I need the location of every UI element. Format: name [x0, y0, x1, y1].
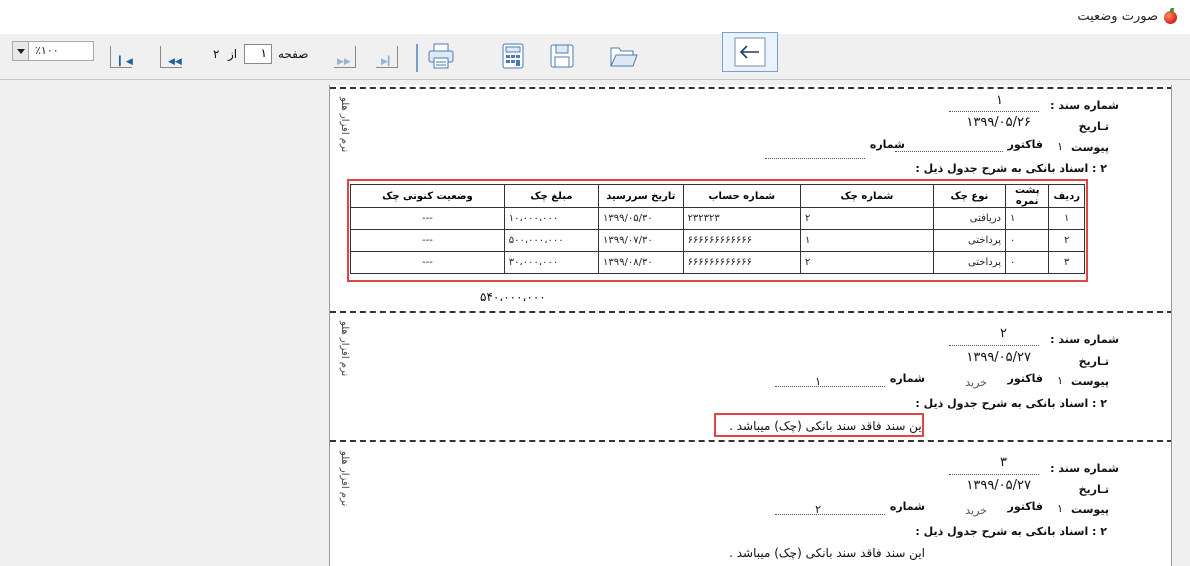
col-header-check-type: نوع چک — [932, 184, 1007, 208]
doc3-bank-docs-label: ۲ : اسناد بانکی به شرح جدول ذیل : — [915, 525, 1107, 538]
doc3-invoice-label: فاکتور — [1007, 500, 1043, 513]
toolbar-separator — [416, 44, 418, 72]
table-row: ۱ ۱ دریافتی ۲ ۲۳۲۳۲۳ ۱۳۹۹/۰۵/۳۰ ۱۰،۰۰۰،۰… — [350, 207, 1085, 230]
doc2-number-field-label: شماره — [889, 372, 925, 385]
save-button[interactable] — [548, 42, 580, 72]
doc2-attachment-index: ۱ — [1057, 374, 1063, 387]
report-workspace[interactable]: نرم افزار هلو شماره سند : ۱ تـاریخ ۱۳۹۹/… — [0, 81, 1190, 566]
col-header-status: وضعیت کنونی چک — [350, 184, 505, 208]
print-icon — [428, 43, 454, 69]
print-button[interactable] — [426, 42, 458, 72]
first-page-button[interactable]: ▶▎ — [372, 42, 404, 72]
zoom-dropdown-icon[interactable] — [13, 42, 29, 60]
save-icon — [550, 44, 574, 68]
next-page-icon: ◀◀ — [160, 46, 182, 68]
doc3-date-label: تـاریخ — [1078, 483, 1109, 496]
page-total: ۲ — [213, 47, 220, 61]
doc2-note: این سند فاقد سند بانکی (چک) میباشد . — [729, 419, 925, 433]
doc2-date: ۱۳۹۹/۰۵/۲۷ — [966, 350, 1031, 365]
doc3-date: ۱۳۹۹/۰۵/۲۷ — [966, 478, 1031, 493]
doc1-attachment-index: ۱ — [1057, 140, 1063, 153]
table-row: ۳ ۰ پرداختی ۲ ۶۶۶۶۶۶۶۶۶۶۶۶ ۱۳۹۹/۰۸/۳۰ ۳۰… — [350, 251, 1085, 274]
section-divider — [330, 440, 1171, 442]
open-button[interactable] — [608, 42, 640, 72]
doc1-attachment-label: پیوست — [1071, 141, 1109, 154]
checks-table: ردیف پشت نمره نوع چک شماره چک شماره حساب… — [350, 184, 1085, 274]
doc1-invoice-label: فاکتور — [1007, 138, 1043, 151]
doc1-number: ۱ — [996, 93, 1003, 108]
next-page-button[interactable]: ◀◀ — [156, 42, 188, 72]
zoom-value: ٪۱۰۰ — [35, 44, 59, 57]
doc3-number-label: شماره سند : — [1050, 462, 1119, 475]
page-number-input[interactable]: ۱ — [244, 44, 272, 64]
doc3-attachment-label: پیوست — [1071, 503, 1109, 516]
doc2-number-label: شماره سند : — [1050, 333, 1119, 346]
doc3-attachment-index: ۱ — [1057, 502, 1063, 515]
doc1-date: ۱۳۹۹/۰۵/۲۶ — [966, 115, 1031, 130]
section-divider — [330, 87, 1171, 89]
last-page-icon: ▎◀ — [110, 46, 133, 68]
doc2-attachment-label: پیوست — [1071, 375, 1109, 388]
back-button[interactable] — [722, 32, 778, 72]
col-header-back-number: پشت نمره — [1005, 184, 1050, 208]
doc2-bank-docs-label: ۲ : اسناد بانکی به شرح جدول ذیل : — [915, 397, 1107, 410]
doc3-invoice-type: خرید — [965, 504, 987, 517]
first-page-icon: ▶▎ — [376, 46, 398, 68]
doc1-date-label: تـاریخ — [1078, 120, 1109, 133]
side-label: نرم افزار هلو — [339, 97, 350, 153]
report-page: نرم افزار هلو شماره سند : ۱ تـاریخ ۱۳۹۹/… — [329, 85, 1172, 566]
report-toolbar: ٪۱۰۰ ▎◀ ◀◀ ۲ از ۱ صفحه ▶▶ ▶▎ — [0, 34, 1190, 80]
doc2-invoice-type: خرید — [965, 376, 987, 389]
table-total: ۵۴۰،۰۰۰،۰۰۰ — [480, 290, 546, 304]
col-header-row: ردیف — [1048, 184, 1085, 208]
zoom-select[interactable]: ٪۱۰۰ — [12, 41, 94, 61]
col-header-due-date: تاریخ سررسید — [598, 184, 684, 208]
page-label: صفحه — [278, 47, 309, 61]
window-title: صورت وضعیت — [1077, 9, 1158, 24]
doc1-number-label: شماره سند : — [1050, 99, 1119, 112]
table-header-row: ردیف پشت نمره نوع چک شماره چک شماره حساب… — [350, 184, 1085, 208]
doc2-date-label: تـاریخ — [1078, 355, 1109, 368]
doc2-invoice-label: فاکتور — [1007, 372, 1043, 385]
doc2-invoice-number: ۱ — [815, 375, 821, 388]
window-titlebar: صورت وضعیت — [0, 0, 1190, 34]
doc1-number-field-label: شماره — [869, 138, 905, 151]
page-of-label: از — [228, 47, 238, 61]
col-header-check-number: شماره چک — [800, 184, 934, 208]
doc1-bank-docs-label: ۲ : اسناد بانکی به شرح جدول ذیل : — [915, 162, 1107, 175]
previous-page-button[interactable]: ▶▶ — [330, 42, 362, 72]
last-page-button[interactable]: ▎◀ — [106, 42, 138, 72]
doc3-note: این سند فاقد سند بانکی (چک) میباشد . — [729, 546, 925, 560]
section-divider — [330, 311, 1171, 313]
calculator-button[interactable] — [500, 42, 532, 72]
side-label: نرم افزار هلو — [339, 451, 350, 507]
side-label: نرم افزار هلو — [339, 321, 350, 377]
doc3-number: ۳ — [1000, 455, 1007, 470]
open-folder-icon — [610, 47, 638, 67]
app-icon — [1164, 8, 1177, 24]
col-header-amount: مبلغ چک — [503, 184, 600, 208]
doc2-number: ۲ — [1000, 326, 1007, 341]
calculator-icon — [502, 43, 524, 69]
table-row: ۲ ۰ پرداختی ۱ ۶۶۶۶۶۶۶۶۶۶۶۶ ۱۳۹۹/۰۷/۳۰ ۵۰… — [350, 229, 1085, 252]
doc3-invoice-number: ۲ — [815, 503, 821, 516]
back-arrow-icon — [734, 37, 766, 67]
doc3-number-field-label: شماره — [889, 500, 925, 513]
previous-page-icon: ▶▶ — [334, 46, 356, 68]
col-header-account-number: شماره حساب — [682, 184, 802, 208]
